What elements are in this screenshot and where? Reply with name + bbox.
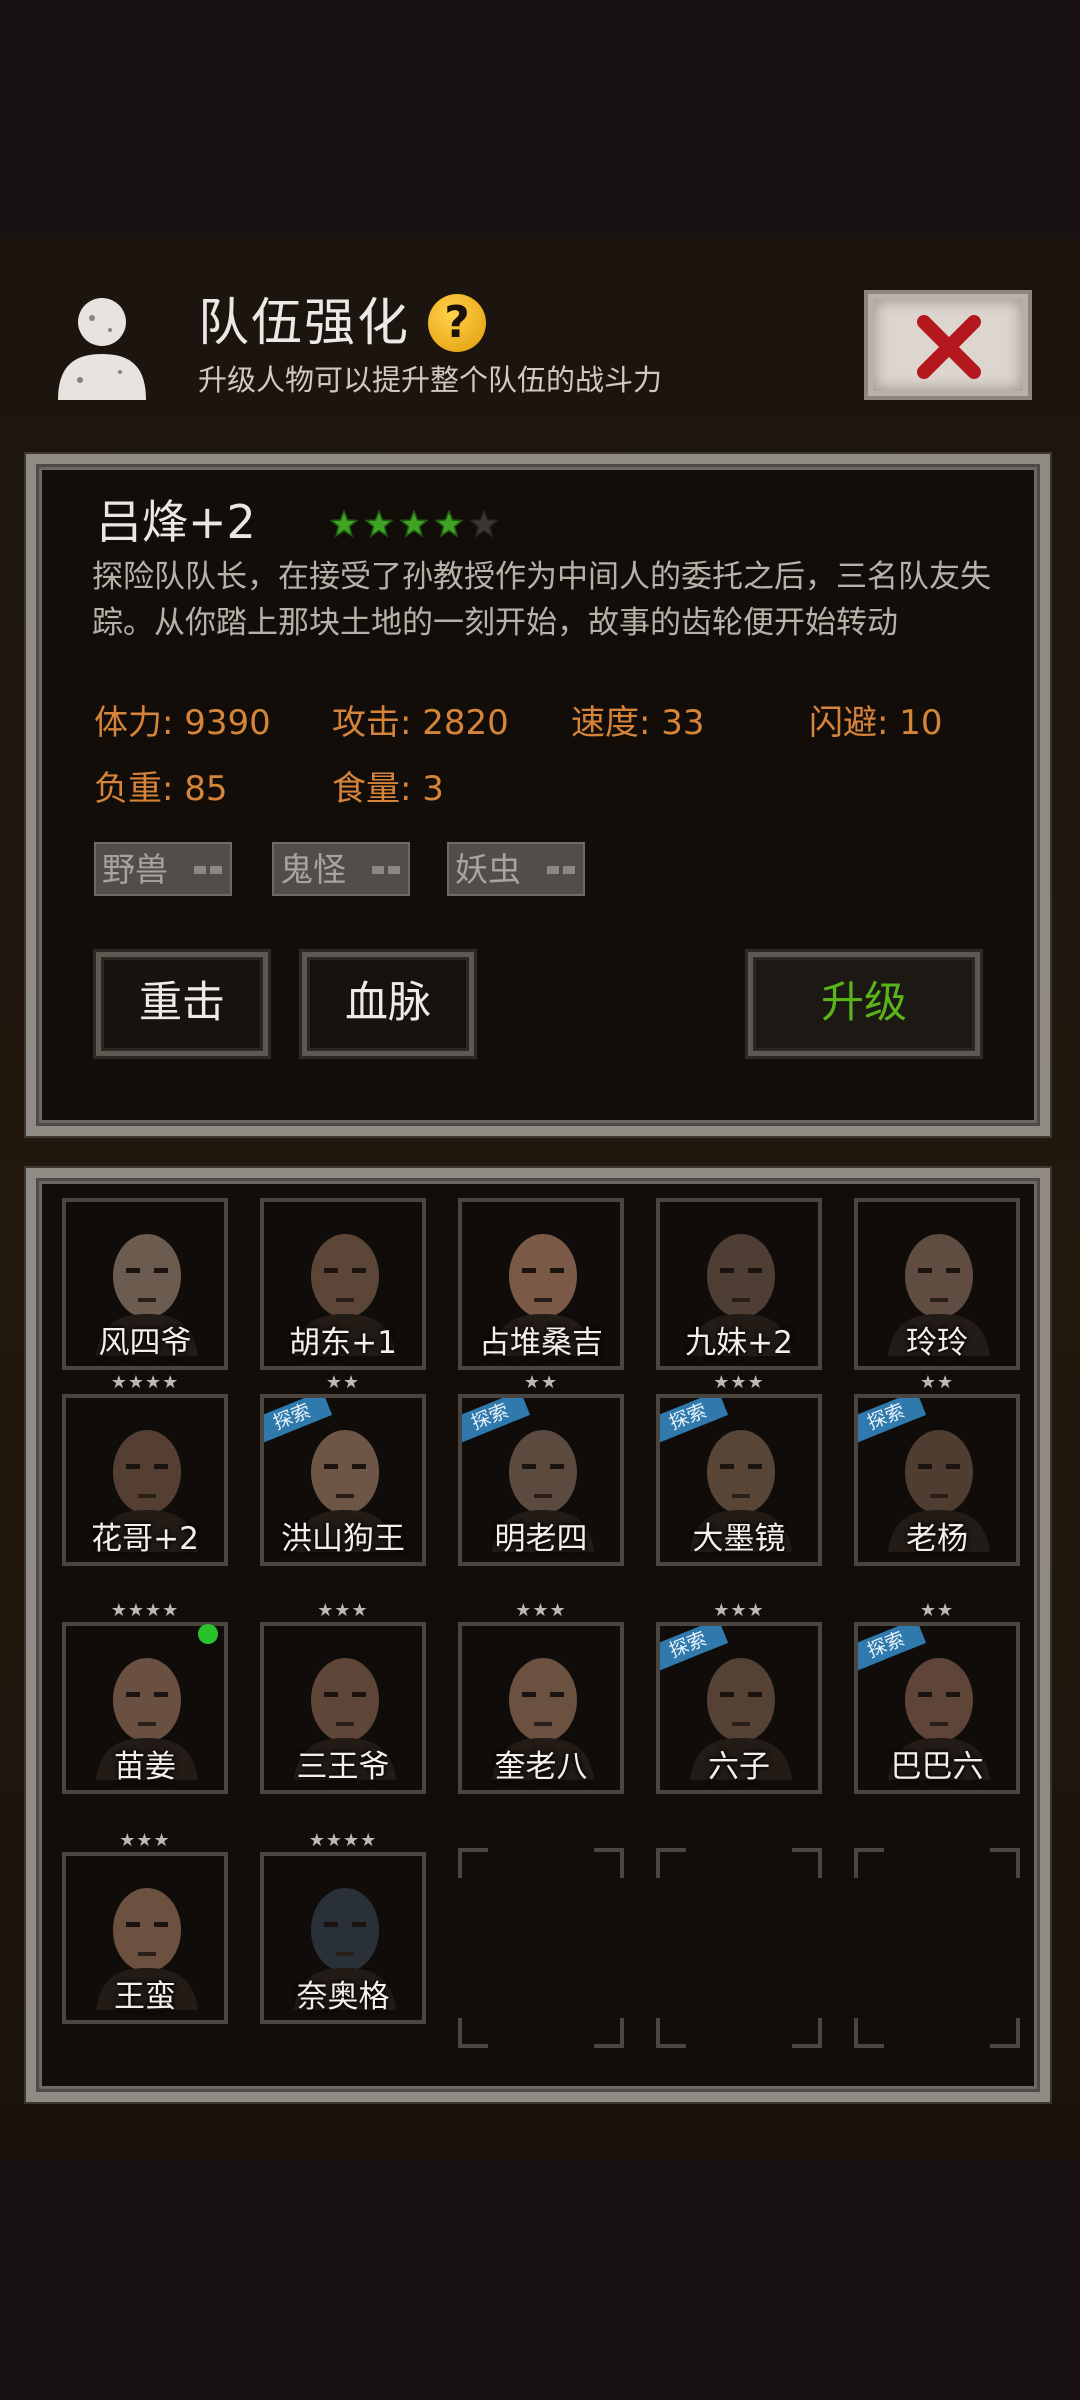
star-filled-icon	[330, 510, 358, 538]
page-subtitle: 升级人物可以提升整个队伍的战斗力	[198, 363, 663, 397]
roster-card[interactable]: 明老四 探索	[458, 1394, 624, 1566]
bloodline-button[interactable]: 血脉	[302, 952, 474, 1056]
tag-level-icon	[547, 866, 575, 874]
card-star-rating: ★★	[919, 1600, 955, 1621]
roster-card[interactable]: 玲玲	[854, 1198, 1020, 1370]
tag-insect: 妖虫	[447, 842, 585, 896]
card-star-rating: ★★★★	[308, 1830, 378, 1851]
roster-card[interactable]: 九妹+2	[656, 1198, 822, 1370]
online-status-icon	[198, 1624, 218, 1644]
card-star-rating: ★★★	[317, 1600, 369, 1621]
tag-level-icon	[194, 866, 222, 874]
roster-card-name: 玲玲	[906, 1325, 968, 1361]
roster-card-name: 九妹+2	[685, 1325, 793, 1361]
roster-card[interactable]: 胡东+1	[260, 1198, 426, 1370]
stat-load: 负重: 85	[94, 769, 228, 809]
roster-card[interactable]: 占堆桑吉	[458, 1198, 624, 1370]
star-filled-icon	[435, 510, 463, 538]
roster-card[interactable]: 奈奥格	[260, 1852, 426, 2024]
roster-card[interactable]: 六子 探索	[656, 1622, 822, 1794]
card-star-rating: ★★★	[713, 1600, 765, 1621]
roster-card-name: 六子	[708, 1749, 770, 1785]
tag-label: 妖虫	[455, 850, 521, 889]
help-icon[interactable]: ?	[428, 294, 486, 352]
stat-attack: 攻击: 2820	[332, 703, 509, 743]
card-star-rating: ★★	[523, 1372, 559, 1393]
roster-card-name: 老杨	[906, 1521, 968, 1557]
stat-food: 食量: 3	[332, 769, 444, 809]
roster-card-name: 王蛮	[114, 1979, 176, 2015]
card-star-rating: ★★★	[713, 1372, 765, 1393]
roster-card[interactable]: 奎老八	[458, 1622, 624, 1794]
star-filled-icon	[365, 510, 393, 538]
card-star-rating: ★★★	[119, 1830, 171, 1851]
close-button[interactable]	[864, 290, 1032, 400]
empty-roster-slot	[458, 1848, 624, 2048]
tag-beast: 野兽	[94, 842, 232, 896]
roster-card[interactable]: 老杨 探索	[854, 1394, 1020, 1566]
roster-card-name: 奈奥格	[296, 1979, 390, 2015]
empty-roster-slot	[854, 1848, 1020, 2048]
character-star-rating	[330, 510, 498, 538]
character-description: 探险队队长，在接受了孙教授作为中间人的委托之后，三名队友失踪。从你踏上那块土地的…	[92, 559, 991, 641]
roster-card[interactable]: 三王爷	[260, 1622, 426, 1794]
roster-card-name: 花哥+2	[91, 1521, 199, 1557]
roster-card[interactable]: 大墨镜 探索	[656, 1394, 822, 1566]
profile-silhouette-icon	[58, 298, 146, 400]
roster-card-name: 三王爷	[296, 1749, 390, 1785]
card-star-rating: ★★	[919, 1372, 955, 1393]
card-star-rating: ★★★★	[110, 1600, 180, 1621]
roster-card-name: 胡东+1	[289, 1325, 397, 1361]
character-name: 吕烽+2	[96, 495, 256, 549]
stat-hp: 体力: 9390	[94, 703, 271, 743]
tag-level-icon	[372, 866, 400, 874]
roster-card[interactable]: 花哥+2	[62, 1394, 228, 1566]
tag-ghost: 鬼怪	[272, 842, 410, 896]
card-star-rating: ★★★★	[110, 1372, 180, 1393]
close-icon	[917, 315, 981, 379]
roster-card[interactable]: 洪山狗王 探索	[260, 1394, 426, 1566]
roster-card[interactable]: 苗姜	[62, 1622, 228, 1794]
roster-card[interactable]: 风四爷	[62, 1198, 228, 1370]
card-star-rating: ★★	[325, 1372, 361, 1393]
roster-card-name: 洪山狗王	[281, 1521, 405, 1557]
empty-roster-slot	[656, 1848, 822, 2048]
roster-card-name: 巴巴六	[890, 1749, 984, 1785]
roster-card-name: 苗姜	[114, 1749, 176, 1785]
page-title: 队伍强化	[198, 294, 411, 353]
star-empty-icon	[470, 510, 498, 538]
star-filled-icon	[400, 510, 428, 538]
stat-speed: 速度: 33	[571, 703, 705, 743]
tag-label: 鬼怪	[280, 850, 346, 889]
roster-card-name: 明老四	[494, 1521, 588, 1557]
roster-card[interactable]: 巴巴六 探索	[854, 1622, 1020, 1794]
upgrade-button[interactable]: 升级	[748, 952, 980, 1056]
roster-card-name: 奎老八	[494, 1749, 588, 1785]
stat-dodge: 闪避: 10	[809, 703, 943, 743]
roster-card-name: 占堆桑吉	[479, 1325, 603, 1361]
roster-card[interactable]: 王蛮	[62, 1852, 228, 2024]
card-star-rating: ★★★	[515, 1600, 567, 1621]
heavy-strike-button[interactable]: 重击	[96, 952, 268, 1056]
roster-card-name: 大墨镜	[692, 1521, 786, 1557]
tag-label: 野兽	[102, 850, 168, 889]
roster-card-name: 风四爷	[98, 1325, 192, 1361]
